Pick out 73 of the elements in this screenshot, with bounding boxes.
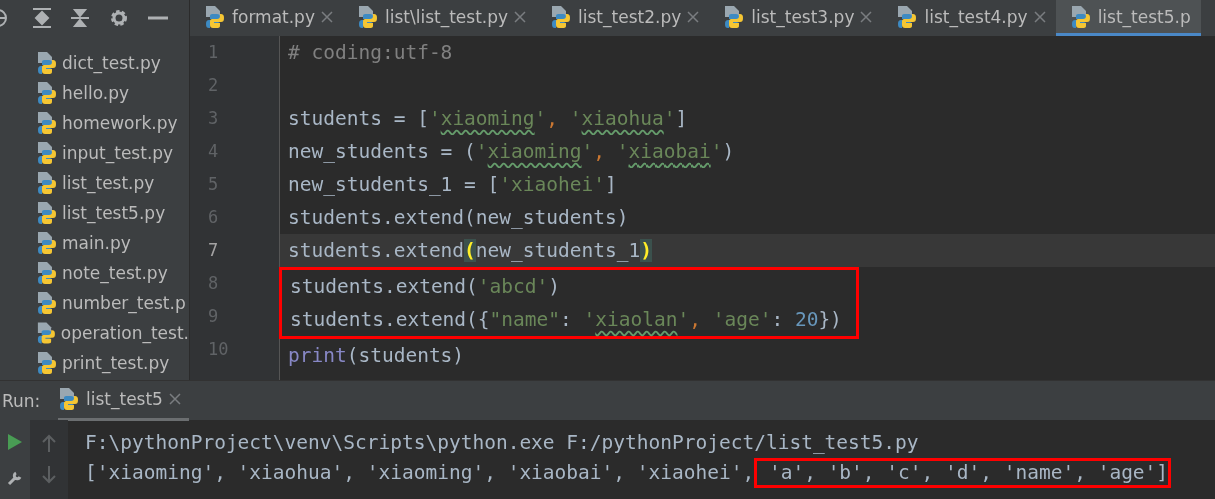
file-name: hello.py [62, 83, 130, 103]
file-item[interactable]: note_test.py [36, 260, 189, 286]
file-item[interactable]: main.py [36, 230, 189, 256]
file-item[interactable]: dict_test.py [36, 50, 189, 76]
tab-label: list_test3.py [751, 6, 855, 27]
close-icon[interactable] [321, 10, 333, 23]
file-name: main.py [62, 233, 131, 253]
python-file-icon [36, 351, 58, 375]
python-file-icon [36, 231, 58, 255]
python-file-icon [36, 51, 58, 75]
python-file-icon [36, 321, 57, 345]
python-file-icon [723, 4, 746, 29]
close-icon[interactable] [1033, 10, 1046, 23]
python-file-icon [36, 261, 58, 285]
tab-label: list\list_test.py [385, 6, 509, 27]
tab-label: list_test5.p [1097, 6, 1191, 27]
tab-label: list_test4.py [924, 6, 1028, 27]
collapse-all-icon[interactable] [70, 7, 90, 29]
file-name: input_test.py [62, 143, 174, 163]
file-name: list_test.py [62, 173, 155, 193]
file-item[interactable]: number_test.p [36, 290, 189, 316]
file-name: homework.py [62, 113, 178, 133]
file-item[interactable]: hello.py [36, 80, 189, 106]
run-tab-label: list_test5 [86, 389, 163, 409]
file-item[interactable]: homework.py [36, 110, 189, 136]
console-output: ['xiaoming', 'xiaohua', 'xiaoming', 'xiaobai', 'xiaohei', [85, 460, 755, 486]
file-name: note_test.py [62, 263, 168, 283]
file-name: operation_test. [60, 323, 189, 343]
run-tab[interactable]: list_test5 [58, 380, 189, 421]
wrench-icon[interactable] [7, 470, 23, 486]
editor-tab[interactable]: list_test5.p [1055, 0, 1201, 36]
editor-tab[interactable]: list\list_test.py [343, 0, 537, 36]
line-number: 7 [207, 239, 220, 262]
python-file-icon [36, 81, 58, 105]
python-file-icon [36, 111, 58, 135]
file-name: number_test.p [62, 293, 186, 313]
close-icon[interactable] [514, 10, 527, 23]
tab-label: list_test2.py [578, 6, 682, 27]
editor-tab[interactable]: list_test4.py [882, 0, 1056, 36]
file-item[interactable]: input_test.py [36, 140, 189, 166]
file-name: dict_test.py [62, 53, 161, 73]
close-icon[interactable] [168, 393, 181, 405]
python-file-icon [36, 171, 58, 195]
editor-tab[interactable]: list_test3.py [709, 0, 883, 36]
run-label: Run: [2, 390, 42, 411]
python-file-icon [36, 141, 58, 165]
tab-label: format.py [232, 6, 315, 27]
settings-icon[interactable] [108, 7, 130, 29]
python-file-icon [357, 4, 379, 29]
file-item[interactable]: list_test.py [36, 170, 189, 196]
file-name: print_test.py [62, 353, 170, 373]
minimize-icon[interactable] [148, 16, 168, 20]
python-file-icon [204, 4, 226, 29]
file-item[interactable]: print_test.py [36, 350, 189, 376]
down-arrow-icon[interactable] [42, 466, 56, 484]
file-item[interactable]: list_test5.py [36, 200, 189, 226]
close-icon[interactable] [860, 10, 873, 23]
play-icon[interactable] [8, 434, 22, 450]
console-output: F:\pythonProject\venv\Scripts\python.exe F:/pythonProject/list_test5.py [85, 430, 919, 456]
expand-all-icon[interactable] [32, 7, 52, 29]
python-file-icon [36, 201, 58, 225]
python-file-icon [36, 291, 58, 315]
file-item[interactable]: operation_test. [36, 320, 189, 346]
close-icon[interactable] [687, 10, 700, 23]
file-name: list_test5.py [62, 203, 166, 223]
up-arrow-icon[interactable] [42, 434, 56, 452]
python-file-icon [550, 4, 573, 29]
console-output: 'a', 'b', 'c', 'd', 'name', 'age'] [754, 458, 1172, 488]
python-file-icon [1069, 4, 1092, 29]
python-file-icon [896, 4, 919, 29]
python-file-icon [58, 387, 80, 411]
editor-tab[interactable]: list_test2.py [536, 0, 710, 36]
editor-tab[interactable]: format.py [190, 0, 343, 36]
